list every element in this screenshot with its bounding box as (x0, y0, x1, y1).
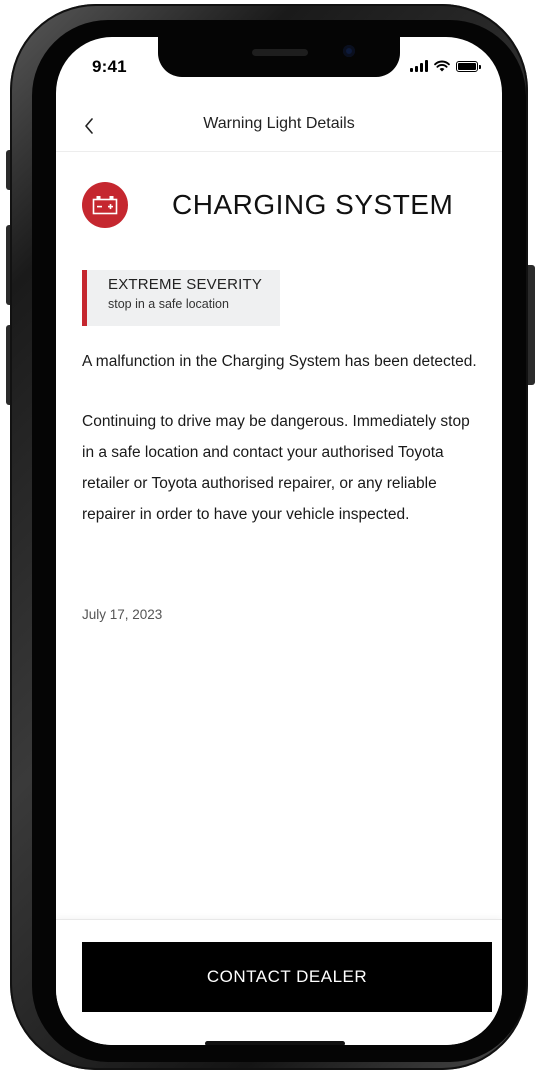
nav-header: Warning Light Details (56, 103, 502, 152)
page-title: Warning Light Details (203, 115, 355, 132)
power-button (527, 265, 535, 385)
severity-action: stop in a safe location (108, 297, 229, 311)
status-time: 9:41 (92, 57, 127, 76)
warning-instructions: Continuing to drive may be dangerous. Im… (82, 413, 470, 523)
warning-icon-badge (82, 182, 128, 228)
signal-icon (410, 60, 428, 72)
status-icons (410, 58, 481, 72)
severity-callout: EXTREME SEVERITY stop in a safe location (82, 270, 280, 326)
severity-level: EXTREME SEVERITY (108, 276, 263, 293)
phone-frame: 9:41 Warning Light Details CHARGING SYST… (10, 4, 528, 1070)
contact-dealer-button[interactable]: CONTACT DEALER (82, 942, 492, 1012)
warning-title: CHARGING SYSTEM (172, 189, 454, 220)
home-indicator[interactable] (205, 1041, 345, 1045)
battery-warning-icon (92, 196, 118, 215)
app-screen: 9:41 Warning Light Details CHARGING SYST… (56, 37, 502, 1045)
warning-date: July 17, 2023 (82, 607, 163, 622)
screenshot-stage: 9:41 Warning Light Details CHARGING SYST… (0, 0, 539, 1075)
speaker-grille (252, 49, 308, 56)
front-camera (343, 45, 355, 57)
battery-icon (456, 61, 481, 72)
notch (158, 37, 400, 77)
warning-title-row: CHARGING SYSTEM (82, 181, 453, 229)
warning-description: A malfunction in the Charging System has… (82, 353, 477, 370)
bottom-action-bar: CONTACT DEALER (56, 919, 502, 1045)
wifi-icon (434, 60, 450, 72)
warning-body: A malfunction in the Charging System has… (82, 346, 482, 530)
